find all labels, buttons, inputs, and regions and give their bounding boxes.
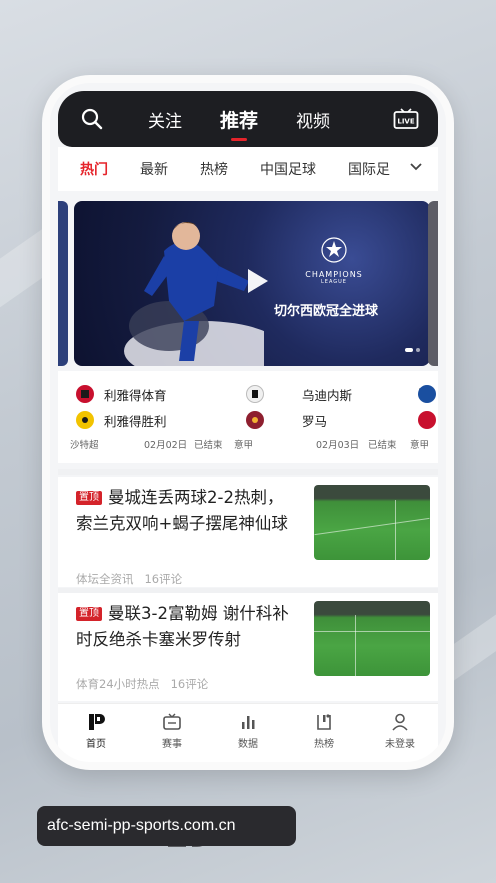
top-tabs: 关注 推荐 视频 [148, 91, 368, 147]
news-title[interactable]: 置顶 曼联3-2富勒姆 谢什科补时反绝杀卡塞米罗传射 [76, 601, 294, 653]
nav-matches[interactable]: 赛事 [134, 704, 210, 762]
subtab-latest[interactable]: 最新 [140, 159, 168, 179]
news-meta: 体坛全资讯 16评论 [76, 571, 182, 587]
live-tv-icon[interactable]: LIVE [386, 99, 426, 139]
phone-frame: 关注 推荐 视频 LIVE 热门 最新 热榜 中国足球 国际足 CHAMPION… [42, 75, 454, 770]
team-badge-icon [246, 411, 264, 429]
match-date: 02月03日 [316, 440, 360, 451]
team-badge-icon [246, 385, 264, 403]
tab-follow[interactable]: 关注 [148, 107, 182, 132]
pinned-badge: 置顶 [76, 491, 102, 505]
match-card[interactable]: 利雅得体育 0 利雅得胜利 1 [76, 381, 256, 433]
subtab-hot[interactable]: 热门 [80, 159, 108, 179]
banner-slide[interactable]: CHAMPIONS LEAGUE 切尔西欧冠全进球 [74, 201, 430, 366]
news-meta: 体育24小时热点 16评论 [76, 676, 208, 692]
match-status: 已结束 [368, 440, 397, 451]
team-badge-icon [418, 411, 436, 429]
tab-recommend[interactable]: 推荐 [220, 106, 258, 133]
carousel-indicator [405, 348, 420, 352]
match-card[interactable]: 乌迪内斯 1 罗马 0 [246, 381, 426, 433]
top-navigation-bar: 关注 推荐 视频 LIVE [58, 91, 438, 147]
subtab-hot-list[interactable]: 热榜 [200, 159, 228, 179]
user-icon [392, 713, 408, 731]
svg-text:LIVE: LIVE [397, 118, 414, 126]
match-league: 沙特超 [70, 440, 99, 451]
nav-home[interactable]: 首页 [58, 704, 134, 762]
nav-label: 热榜 [314, 739, 334, 750]
nav-hot-list[interactable]: 热榜 [286, 704, 362, 762]
subtab-intl-football[interactable]: 国际足 [348, 159, 390, 179]
home-team-name: 乌迪内斯 [302, 387, 353, 403]
play-button-icon[interactable] [239, 264, 273, 298]
banner-prev-peek [58, 201, 68, 366]
news-item[interactable]: 置顶 曼联3-2富勒姆 谢什科补时反绝杀卡塞米罗传射 体育24小时热点 16评论 [58, 593, 438, 701]
team-badge-icon [76, 411, 94, 429]
source-url-label: afc-semi-pp-sports.com.cn [37, 806, 296, 846]
match-status: 已结束 [194, 440, 223, 451]
banner-carousel[interactable]: CHAMPIONS LEAGUE 切尔西欧冠全进球 [58, 195, 438, 370]
star-ball-icon [321, 237, 347, 263]
news-title-text: 曼联3-2富勒姆 谢什科补时反绝杀卡塞米罗传射 [76, 604, 289, 649]
pinned-badge: 置顶 [76, 607, 102, 621]
logo-line-1: CHAMPIONS [305, 270, 363, 279]
news-source: 体坛全资讯 [76, 572, 134, 586]
chart-icon [242, 716, 255, 729]
home-icon [89, 714, 105, 730]
nav-label: 未登录 [385, 739, 415, 750]
news-item[interactable]: 置顶 曼城连丢两球2-2热刺，索兰克双响+蝎子摆尾神仙球 体坛全资讯 16评论 [58, 477, 438, 587]
nav-label: 赛事 [162, 739, 182, 750]
category-tabs: 热门 最新 热榜 中国足球 国际足 [58, 147, 438, 191]
match-league: 意甲 [234, 440, 254, 451]
team-badge-icon [418, 385, 436, 403]
away-team-name: 利雅得胜利 [104, 413, 167, 429]
tv-icon [163, 713, 181, 730]
news-comments: 16评论 [170, 677, 209, 691]
team-badge-icon [76, 385, 94, 403]
carousel-dot-active [405, 348, 413, 352]
search-icon[interactable] [72, 99, 112, 139]
champions-league-logo: CHAMPIONS LEAGUE [304, 236, 364, 285]
subtab-china-football[interactable]: 中国足球 [260, 159, 316, 179]
logo-line-2: LEAGUE [321, 279, 347, 285]
nav-profile[interactable]: 未登录 [362, 704, 438, 762]
match-date: 02月02日 [144, 440, 188, 451]
news-title-text: 曼城连丢两球2-2热刺，索兰克双响+蝎子摆尾神仙球 [76, 488, 288, 533]
away-team-name: 罗马 [302, 413, 328, 429]
chevron-down-icon[interactable] [408, 159, 424, 179]
nav-label: 首页 [86, 739, 106, 750]
news-comments: 16评论 [144, 572, 183, 586]
score-strip[interactable]: 利雅得体育 0 利雅得胜利 1 沙特超 02月02日 已结束 意甲 乌迪内斯 1 [58, 371, 438, 463]
news-thumbnail[interactable] [314, 601, 430, 676]
banner-next-peek [428, 201, 438, 366]
news-thumbnail[interactable] [314, 485, 430, 560]
section-divider [58, 469, 438, 475]
tab-video[interactable]: 视频 [296, 107, 330, 132]
news-source: 体育24小时热点 [76, 677, 160, 691]
carousel-dot [416, 348, 420, 352]
nav-label: 数据 [238, 739, 258, 750]
hot-list-icon [317, 714, 331, 730]
nav-data[interactable]: 数据 [210, 704, 286, 762]
match-league: 意甲 [410, 440, 430, 451]
news-title[interactable]: 置顶 曼城连丢两球2-2热刺，索兰克双响+蝎子摆尾神仙球 [76, 485, 294, 537]
bottom-navigation: 首页 赛事 数据 热榜 未登录 [58, 703, 438, 762]
banner-caption: 切尔西欧冠全进球 [274, 304, 379, 319]
home-team-name: 利雅得体育 [104, 387, 167, 403]
